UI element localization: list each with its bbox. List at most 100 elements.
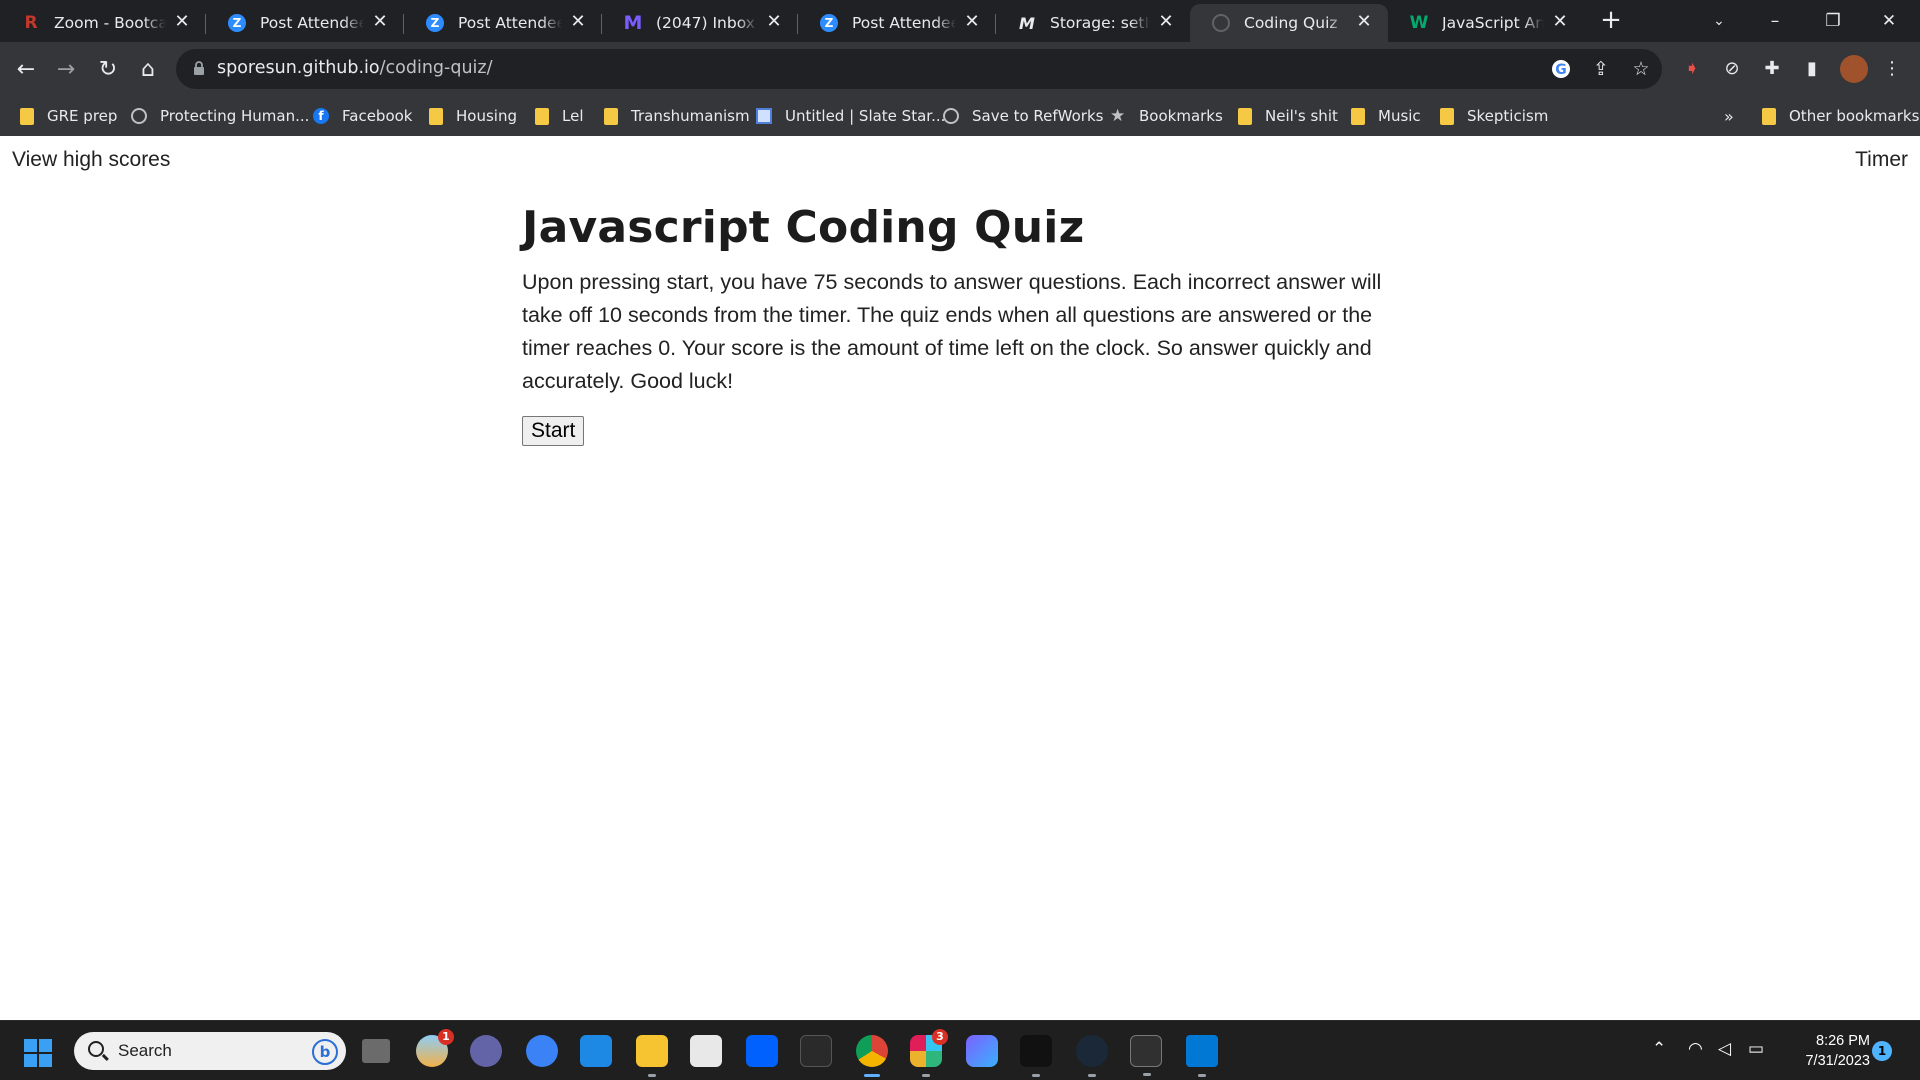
bookmark-music[interactable]: Music xyxy=(1351,96,1421,136)
new-tab-plus-icon[interactable]: + xyxy=(1598,7,1624,34)
windows-start-icon[interactable] xyxy=(24,1039,52,1067)
wifi-icon[interactable]: ◠ xyxy=(1688,1039,1703,1059)
tab-title: Post Attendee - Zoom xyxy=(260,14,364,32)
bookmarks-overflow-icon[interactable]: » xyxy=(1724,96,1734,136)
tab-storage-setitem[interactable]: M Storage: setItem() ✕ xyxy=(996,4,1190,42)
system-clock[interactable]: 8:26 PM 7/31/2023 xyxy=(1770,1031,1870,1071)
tab-zoom-bootcamp[interactable]: R Zoom - Bootcamp ✕ xyxy=(0,4,206,42)
restore-icon[interactable]: ❐ xyxy=(1810,6,1856,36)
tab-inbox[interactable]: M (2047) Inbox | spo ✕ xyxy=(602,4,798,42)
folder-icon xyxy=(1762,107,1776,125)
task-view-icon[interactable] xyxy=(362,1039,390,1063)
close-tab-icon[interactable]: ✕ xyxy=(370,12,390,32)
quiz-instructions: Upon pressing start, you have 75 seconds… xyxy=(522,270,1382,394)
bing-icon[interactable]: b xyxy=(312,1039,338,1065)
close-tab-icon[interactable]: ✕ xyxy=(962,12,982,32)
slack-icon[interactable]: 3 xyxy=(910,1029,948,1077)
profile-avatar[interactable] xyxy=(1840,55,1868,83)
forward-arrow-icon[interactable]: → xyxy=(52,56,80,84)
clock-time: 8:26 PM xyxy=(1816,1033,1870,1049)
close-tab-icon[interactable]: ✕ xyxy=(568,12,588,32)
bookmark-label: Other bookmarks xyxy=(1789,107,1920,125)
menu-kebab-icon[interactable]: ⋮ xyxy=(1880,57,1904,81)
bookmark-neils-shit[interactable]: Neil's shit xyxy=(1238,96,1338,136)
weather-icon[interactable]: 1 xyxy=(416,1029,454,1067)
tab-js-array[interactable]: W JavaScript Array s ✕ xyxy=(1388,4,1584,42)
tab-title: Zoom - Bootcamp xyxy=(54,14,166,32)
tab-title: (2047) Inbox | spo xyxy=(656,14,758,32)
bookmark-protecting-human[interactable]: Protecting Human... xyxy=(131,96,309,136)
home-icon[interactable]: ⌂ xyxy=(134,56,162,84)
tray-chevron-up-icon[interactable]: ⌃ xyxy=(1652,1039,1666,1059)
bookmark-housing[interactable]: Housing xyxy=(429,96,517,136)
w3schools-favicon-icon: W xyxy=(1409,13,1429,33)
steam-icon[interactable] xyxy=(1076,1035,1108,1077)
bookmark-transhumanism[interactable]: Transhumanism xyxy=(604,96,750,136)
tab-strip: R Zoom - Bootcamp ✕ Z Post Attendee - Zo… xyxy=(0,0,1920,42)
bookmark-bookmarks[interactable]: ★ Bookmarks xyxy=(1110,96,1223,136)
bookmark-star-icon[interactable]: ☆ xyxy=(1630,58,1652,80)
dropbox-icon[interactable] xyxy=(746,1035,778,1067)
address-bar[interactable]: sporesun.github.io/coding-quiz/ G ⇪ ☆ xyxy=(176,49,1662,89)
bookmarks-bar: GRE prep Protecting Human... f Facebook … xyxy=(0,96,1920,136)
mail-icon[interactable] xyxy=(580,1035,612,1067)
reload-icon[interactable]: ↻ xyxy=(94,56,122,84)
google-lens-icon[interactable]: G xyxy=(1550,58,1572,80)
svg-text:G: G xyxy=(1555,62,1567,78)
facebook-icon: f xyxy=(313,108,329,124)
microsoft-store-icon[interactable] xyxy=(690,1035,722,1067)
bookmark-gre-prep[interactable]: GRE prep xyxy=(20,96,117,136)
signal-icon[interactable] xyxy=(526,1035,558,1067)
predator-sense-icon[interactable] xyxy=(800,1035,832,1067)
share-icon[interactable]: ⇪ xyxy=(1590,58,1612,80)
bookmark-refworks[interactable]: Save to RefWorks xyxy=(943,96,1103,136)
folder-icon xyxy=(20,107,34,125)
back-arrow-icon[interactable]: ← xyxy=(12,56,40,84)
document-icon xyxy=(756,108,772,124)
bookmark-facebook[interactable]: f Facebook xyxy=(313,96,412,136)
tab-post-attendee-1[interactable]: Z Post Attendee - Zoom ✕ xyxy=(206,4,404,42)
zoom-dots-icon[interactable] xyxy=(1020,1035,1052,1077)
extensions-puzzle-icon[interactable]: ✚ xyxy=(1760,57,1784,81)
bookmark-lel[interactable]: Lel xyxy=(535,96,584,136)
notification-badge[interactable]: 1 xyxy=(1872,1041,1892,1061)
vscode-icon[interactable] xyxy=(1186,1035,1218,1077)
taskbar-search[interactable]: Search b xyxy=(74,1032,346,1070)
view-high-scores-link[interactable]: View high scores xyxy=(12,148,170,172)
bookmark-label: Save to RefWorks xyxy=(972,107,1104,125)
battery-icon[interactable]: ▭ xyxy=(1748,1039,1764,1059)
terminal-icon[interactable] xyxy=(1130,1035,1162,1076)
globe-favicon-icon xyxy=(1212,14,1230,32)
clock-date: 7/31/2023 xyxy=(1805,1053,1870,1069)
quiz-intro: Javascript Coding Quiz Upon pressing sta… xyxy=(522,203,1392,447)
minimize-icon[interactable]: – xyxy=(1752,6,1798,36)
close-tab-icon[interactable]: ✕ xyxy=(172,12,192,32)
bookmark-slate-star[interactable]: Untitled | Slate Star... xyxy=(756,96,945,136)
close-tab-icon[interactable]: ✕ xyxy=(764,12,784,32)
side-panel-icon[interactable]: ▮ xyxy=(1800,57,1824,81)
teams-chat-icon[interactable] xyxy=(470,1035,502,1067)
chrome-icon[interactable] xyxy=(856,1035,888,1077)
lock-icon xyxy=(194,61,204,75)
close-tab-icon[interactable]: ✕ xyxy=(1156,12,1176,32)
start-button[interactable]: Start xyxy=(522,416,585,447)
bookmark-skepticism[interactable]: Skepticism xyxy=(1440,96,1548,136)
file-explorer-icon[interactable] xyxy=(636,1035,668,1077)
globe-icon xyxy=(943,108,959,124)
tab-search-chevron-icon[interactable]: ⌄ xyxy=(1696,6,1742,36)
search-placeholder: Search xyxy=(118,1041,172,1060)
extension-compass-icon[interactable]: ⊘ xyxy=(1720,57,1744,81)
tab-coding-quiz[interactable]: Coding Quiz ✕ xyxy=(1190,4,1388,42)
tab-post-attendee-3[interactable]: Z Post Attendee - Zoom ✕ xyxy=(798,4,996,42)
zoom-favicon-icon: Z xyxy=(228,14,246,32)
other-bookmarks[interactable]: Other bookmarks xyxy=(1762,96,1919,136)
close-window-icon[interactable]: ✕ xyxy=(1866,6,1912,36)
copilot-icon[interactable] xyxy=(966,1035,998,1067)
tab-post-attendee-2[interactable]: Z Post Attendee - Zoom ✕ xyxy=(404,4,602,42)
extension-arrow-icon[interactable]: ➧ xyxy=(1680,57,1704,81)
close-tab-icon[interactable]: ✕ xyxy=(1550,12,1570,32)
bookmark-label: GRE prep xyxy=(47,107,118,125)
close-tab-icon[interactable]: ✕ xyxy=(1354,12,1374,32)
volume-icon[interactable]: ◁ xyxy=(1718,1039,1731,1059)
zoom-favicon-icon: Z xyxy=(820,14,838,32)
